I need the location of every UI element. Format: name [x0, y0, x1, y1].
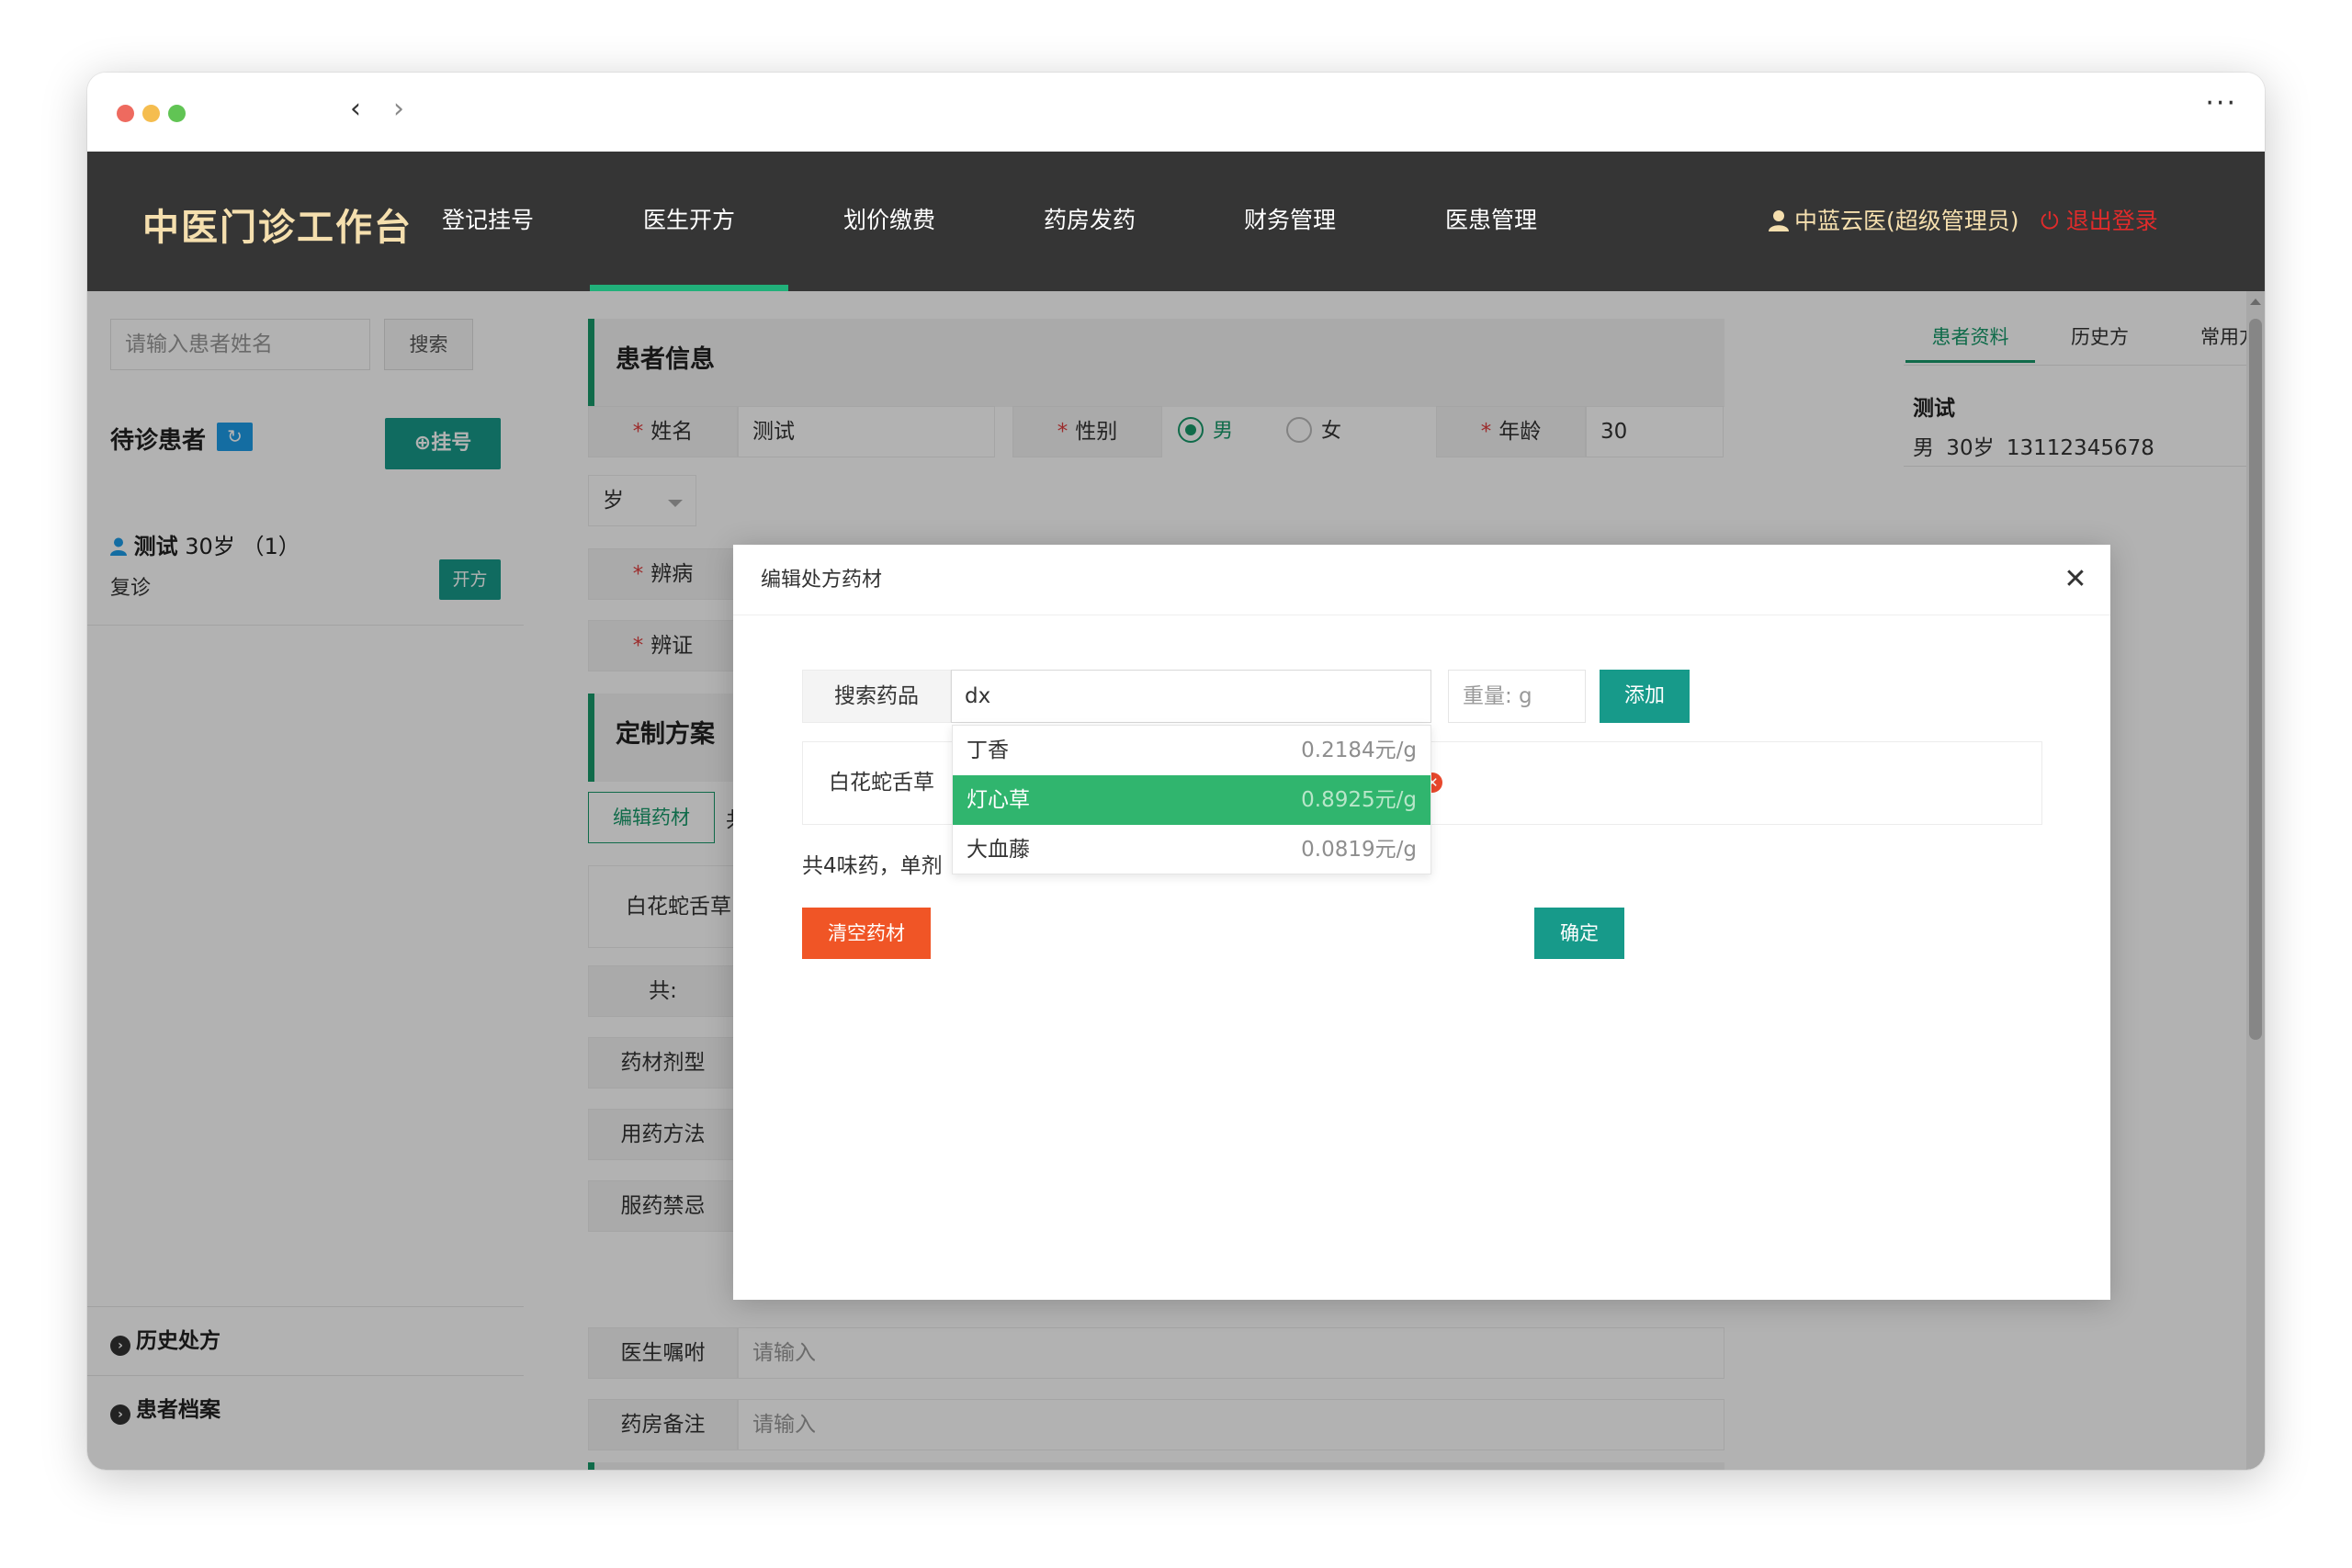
suggestion-name: 灯心草: [967, 788, 1030, 812]
edit-herbs-dialog: 编辑处方药材 ✕ 搜索药品 dx 重量: g 添加 白花蛇舌草 10 g✕ 白芍…: [733, 545, 2110, 1300]
power-icon: ⏻: [2041, 208, 2059, 234]
drug-suggestions-dropdown: 丁香 0.2184元/g 灯心草 0.8925元/g 大血藤 0.0819元/g: [952, 725, 1431, 874]
minimize-window-button[interactable]: [142, 105, 160, 122]
drug-search-label: 搜索药品: [802, 670, 951, 723]
suggestion-price: 0.0819元/g: [1301, 838, 1417, 862]
weight-input[interactable]: 重量: g: [1448, 670, 1586, 723]
brand-title: 中医门诊工作台: [142, 207, 413, 249]
browser-window: ‹ › ··· 中医门诊工作台 登记挂号 医生开方 划价缴费 药房发药 财务管理…: [87, 73, 2265, 1470]
title-bar: ‹ › ···: [87, 73, 2265, 152]
maximize-window-button[interactable]: [168, 105, 186, 122]
suggestion-price: 0.8925元/g: [1301, 788, 1417, 812]
add-herb-button[interactable]: 添加: [1600, 670, 1690, 723]
suggestion-item[interactable]: 丁香 0.2184元/g: [953, 726, 1430, 775]
nav-finance[interactable]: 财务管理: [1191, 152, 1389, 291]
herb-summary: 共4味药，单剂: [802, 854, 943, 878]
forward-arrow-icon[interactable]: ›: [393, 91, 404, 128]
clear-herbs-button[interactable]: 清空药材: [802, 908, 931, 959]
herb-name: 白花蛇舌草: [829, 771, 934, 795]
close-window-button[interactable]: [117, 105, 134, 122]
nav-billing[interactable]: 划价缴费: [790, 152, 989, 291]
nav-prescribe[interactable]: 医生开方: [590, 152, 788, 291]
suggestion-name: 丁香: [967, 739, 1009, 762]
more-menu-icon[interactable]: ···: [2205, 87, 2237, 119]
dialog-title: 编辑处方药材: [733, 545, 2110, 615]
logout-label: 退出登录: [2065, 208, 2158, 234]
current-user[interactable]: 中蓝云医(超级管理员): [1769, 203, 2019, 236]
nav-pharmacy[interactable]: 药房发药: [990, 152, 1189, 291]
herb-item: 白花蛇舌草: [829, 742, 934, 824]
suggestion-name: 大血藤: [967, 838, 1030, 862]
suggestion-item[interactable]: 大血藤 0.0819元/g: [953, 825, 1430, 874]
nav-register[interactable]: 登记挂号: [389, 152, 587, 291]
drug-search-input[interactable]: dx: [951, 670, 1431, 723]
suggestion-item-selected[interactable]: 灯心草 0.8925元/g: [953, 775, 1430, 825]
user-name: 中蓝云医(超级管理员): [1794, 208, 2019, 234]
logout-button[interactable]: ⏻ 退出登录: [2041, 203, 2158, 236]
back-arrow-icon[interactable]: ‹: [350, 91, 361, 128]
close-icon[interactable]: ✕: [2057, 561, 2094, 598]
top-navbar: 中医门诊工作台 登记挂号 医生开方 划价缴费 药房发药 财务管理 医患管理 中蓝…: [87, 152, 2265, 291]
nav-patients[interactable]: 医患管理: [1392, 152, 1590, 291]
user-icon: [1769, 210, 1789, 231]
confirm-button[interactable]: 确定: [1534, 908, 1624, 959]
suggestion-price: 0.2184元/g: [1301, 739, 1417, 762]
